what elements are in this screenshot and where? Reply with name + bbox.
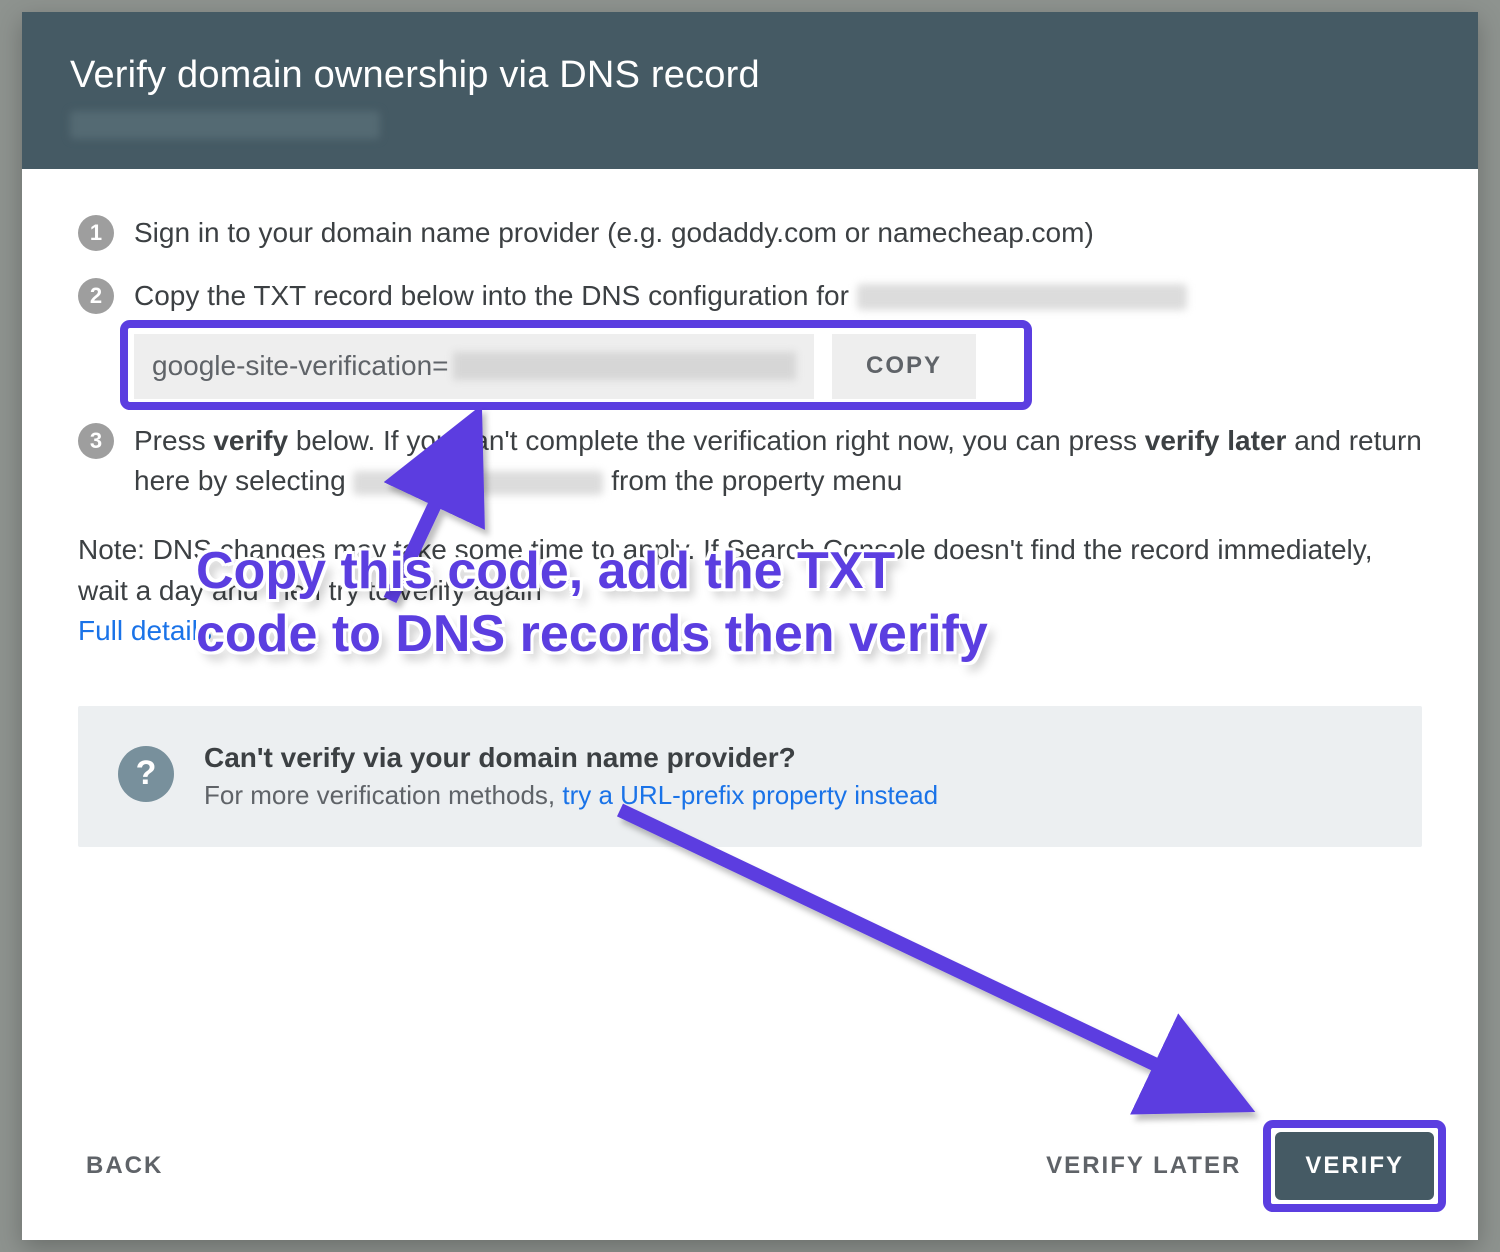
- step-3-d: from the property menu: [603, 465, 902, 496]
- full-details-link[interactable]: Full details: [78, 615, 212, 646]
- dns-note: Note: DNS changes may take some time to …: [78, 530, 1422, 652]
- step-2-text: Copy the TXT record below into the DNS c…: [134, 280, 857, 311]
- dialog-actions: BACK VERIFY LATER VERIFY: [22, 1102, 1478, 1240]
- back-button[interactable]: BACK: [66, 1136, 183, 1196]
- txt-record-prefix: google-site-verification=: [152, 346, 449, 387]
- question-icon: ?: [118, 746, 174, 802]
- copy-button[interactable]: COPY: [832, 334, 976, 399]
- url-prefix-link[interactable]: try a URL-prefix property instead: [562, 780, 938, 810]
- txt-record-suffix-redacted: [453, 352, 797, 380]
- txt-record-value[interactable]: google-site-verification=: [134, 334, 814, 399]
- domain-name-redacted: [70, 111, 380, 139]
- hint-content: Can't verify via your domain name provid…: [204, 742, 938, 811]
- step-1-text: Sign in to your domain name provider (e.…: [134, 217, 1094, 248]
- step-2: Copy the TXT record below into the DNS c…: [78, 276, 1422, 399]
- dialog-header: Verify domain ownership via DNS record: [22, 12, 1478, 169]
- hint-subtitle: For more verification methods, try a URL…: [204, 780, 938, 811]
- step-3-b: below. If you can't complete the verific…: [288, 425, 1145, 456]
- dialog-title: Verify domain ownership via DNS record: [70, 54, 1430, 97]
- step-3-verify: verify: [213, 425, 288, 456]
- step-3: Press verify below. If you can't complet…: [78, 421, 1422, 502]
- hint-card: ? Can't verify via your domain name prov…: [78, 706, 1422, 847]
- verify-domain-dialog: Verify domain ownership via DNS record S…: [22, 12, 1478, 1240]
- dns-note-text: Note: DNS changes may take some time to …: [78, 534, 1372, 606]
- step-3-a: Press: [134, 425, 213, 456]
- verify-button[interactable]: VERIFY: [1275, 1132, 1434, 1200]
- step-3-verify-later: verify later: [1145, 425, 1287, 456]
- txt-record-row: google-site-verification= COPY: [134, 334, 1422, 399]
- verify-later-button[interactable]: VERIFY LATER: [1026, 1136, 1261, 1196]
- domain-name-redacted-inline: [857, 284, 1187, 310]
- step-1: Sign in to your domain name provider (e.…: [78, 213, 1422, 254]
- dialog-body: Sign in to your domain name provider (e.…: [22, 169, 1478, 1102]
- domain-name-redacted-inline-2: [353, 471, 603, 495]
- hint-title: Can't verify via your domain name provid…: [204, 742, 938, 774]
- hint-sub-prefix: For more verification methods,: [204, 780, 562, 810]
